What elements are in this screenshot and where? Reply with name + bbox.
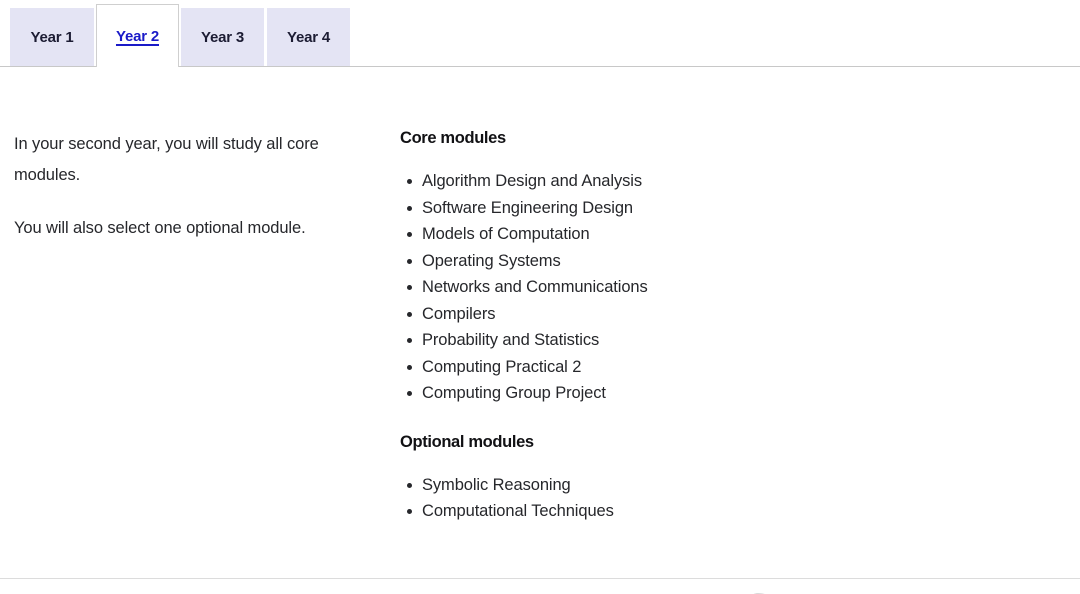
year-tabs: Year 1 Year 2 Year 3 Year 4 <box>0 0 1080 67</box>
tab-year-1[interactable]: Year 1 <box>10 8 94 66</box>
optional-modules-list: Symbolic Reasoning Computational Techniq… <box>400 472 920 525</box>
tab-year-1-label: Year 1 <box>30 28 74 46</box>
modules-column: Core modules Algorithm Design and Analys… <box>400 129 920 525</box>
list-item: Models of Computation <box>400 221 920 248</box>
watermark: 公众号 · 剑藤教育 <box>744 589 1046 594</box>
list-item: Computing Practical 2 <box>400 354 920 381</box>
optional-modules-heading: Optional modules <box>400 432 534 451</box>
tab-panel-year-2: In your second year, you will study all … <box>0 67 1080 594</box>
tab-year-4[interactable]: Year 4 <box>267 8 350 66</box>
tab-year-2-label: Year 2 <box>115 27 159 45</box>
list-item: Networks and Communications <box>400 274 920 301</box>
intro-paragraph-2: You will also select one optional module… <box>14 219 306 237</box>
bottom-divider <box>0 578 1080 579</box>
core-modules-list: Algorithm Design and Analysis Software E… <box>400 168 920 407</box>
core-modules-heading: Core modules <box>400 129 506 147</box>
page-root: Year 1 Year 2 Year 3 Year 4 In your seco… <box>0 0 1080 594</box>
tab-year-3[interactable]: Year 3 <box>181 8 264 66</box>
intro-paragraph-1: In your second year, you will study all … <box>14 135 319 184</box>
tab-year-2[interactable]: Year 2 <box>96 4 179 67</box>
intro-column: In your second year, you will study all … <box>14 129 354 244</box>
tab-year-3-label: Year 3 <box>200 28 244 46</box>
tab-year-4-label: Year 4 <box>286 28 330 46</box>
list-item: Software Engineering Design <box>400 195 920 222</box>
list-item: Operating Systems <box>400 248 920 275</box>
watermark-text: 公众号 · 剑藤教育 <box>800 589 1046 594</box>
list-item: Compilers <box>400 301 920 328</box>
list-item: Algorithm Design and Analysis <box>400 168 920 195</box>
list-item: Probability and Statistics <box>400 327 920 354</box>
list-item: Symbolic Reasoning <box>400 472 920 499</box>
list-item: Computing Group Project <box>400 380 920 407</box>
list-item: Computational Techniques <box>400 498 920 525</box>
